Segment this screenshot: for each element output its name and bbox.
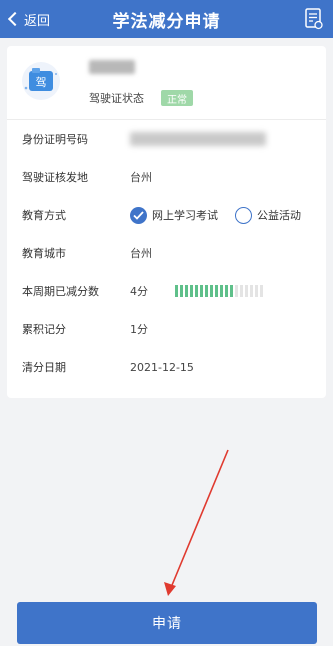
license-icon-text: 驾 <box>36 76 47 89</box>
deduct-progress-bar <box>175 285 265 297</box>
status-badge: 正常 <box>161 90 193 106</box>
progress-segment <box>240 285 243 297</box>
apply-button[interactable]: 申请 <box>17 602 317 644</box>
progress-segment <box>250 285 253 297</box>
radio-online-exam[interactable]: 网上学习考试 <box>130 206 218 224</box>
issue-place-value: 台州 <box>130 171 152 184</box>
progress-segment <box>225 285 228 297</box>
check-icon <box>130 206 147 224</box>
progress-segment <box>200 285 203 297</box>
progress-segment <box>245 285 248 297</box>
education-city-row: 教育城市 台州 <box>7 234 326 272</box>
progress-segment <box>260 285 263 297</box>
issue-place-label: 驾驶证核发地 <box>22 171 88 184</box>
progress-segment <box>190 285 193 297</box>
progress-segment <box>215 285 218 297</box>
week-deduct-row: 本周期已减分数 4分 <box>7 272 326 310</box>
accumulated-points-label: 累积记分 <box>22 323 66 336</box>
progress-segment <box>255 285 258 297</box>
accumulated-points-row: 累积记分 1分 <box>7 310 326 348</box>
radio-empty-icon <box>235 206 252 224</box>
driver-license-icon: 驾 <box>22 62 60 100</box>
progress-segment <box>180 285 183 297</box>
issue-place-row: 驾驶证核发地 台州 <box>7 158 326 196</box>
id-number-label: 身份证明号码 <box>22 133 88 146</box>
progress-segment <box>175 285 178 297</box>
progress-segment <box>205 285 208 297</box>
driver-name-redacted <box>89 60 135 74</box>
progress-segment <box>195 285 198 297</box>
license-status-label: 驾驶证状态 <box>89 92 144 105</box>
clear-date-label: 清分日期 <box>22 361 66 374</box>
progress-segment <box>230 285 233 297</box>
radio-online-exam-label: 网上学习考试 <box>152 209 218 222</box>
progress-segment <box>235 285 238 297</box>
radio-public-service-label: 公益活动 <box>257 209 301 222</box>
week-deduct-value: 4分 <box>130 285 148 298</box>
top-bar: 返回 学法减分申请 <box>0 0 333 38</box>
education-mode-label: 教育方式 <box>22 209 66 222</box>
clear-date-value: 2021-12-15 <box>130 360 194 374</box>
education-mode-row: 教育方式 网上学习考试 公益活动 <box>7 196 326 234</box>
info-card: 驾 驾驶证状态 正常 身份证明号码 驾驶证核发地 台州 教育方式 网上学习考试 … <box>7 46 326 398</box>
progress-segment <box>210 285 213 297</box>
week-deduct-label: 本周期已减分数 <box>22 285 99 298</box>
education-city-value: 台州 <box>130 247 152 260</box>
id-number-row: 身份证明号码 <box>7 120 326 158</box>
id-number-redacted <box>130 132 266 146</box>
page-title: 学法减分申请 <box>112 11 221 32</box>
education-city-label: 教育城市 <box>22 247 66 260</box>
radio-public-service[interactable]: 公益活动 <box>235 206 301 224</box>
license-header: 驾 驾驶证状态 正常 <box>7 46 326 120</box>
progress-segment <box>185 285 188 297</box>
clear-date-row: 清分日期 2021-12-15 <box>7 348 326 386</box>
document-list-icon[interactable] <box>305 8 323 30</box>
accumulated-points-value: 1分 <box>130 323 148 336</box>
progress-segment <box>220 285 223 297</box>
